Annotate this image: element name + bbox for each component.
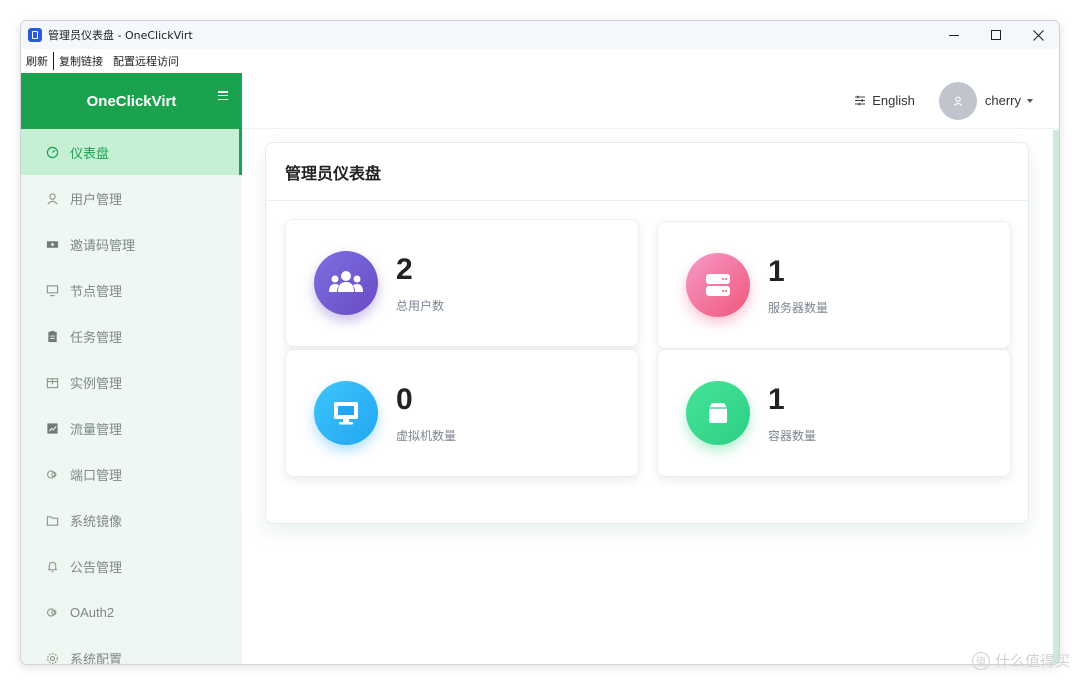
stat-card-containers: 1 容器数量 xyxy=(657,349,1011,477)
watermark-text: 什么值得买 xyxy=(994,652,1070,670)
main-content: 管理员仪表盘 2 总用户数 1 服务器数量 0 虚拟机数量 1 容器数量 xyxy=(242,130,1059,664)
chart-icon xyxy=(45,421,59,435)
sidebar-item-label: 公告管理 xyxy=(70,560,123,576)
container-icon xyxy=(686,381,750,445)
title-bar: 管理员仪表盘 - OneClickVirt xyxy=(21,21,1059,49)
close-button[interactable] xyxy=(1017,21,1059,49)
window-title: 管理员仪表盘 - OneClickVirt xyxy=(48,29,193,42)
sidebar-item-system-images[interactable]: 系统镜像 xyxy=(21,497,242,543)
stat-label: 服务器数量 xyxy=(768,300,829,315)
stat-label: 虚拟机数量 xyxy=(396,428,457,443)
watermark-logo-icon: 值 xyxy=(971,651,990,670)
gear-icon xyxy=(45,651,59,664)
menu-bar: 刷新 复制链接 配置远程访问 xyxy=(21,49,1059,73)
stat-value: 2 xyxy=(396,252,413,286)
language-label: English xyxy=(872,93,915,108)
sidebar-item-label: 用户管理 xyxy=(70,192,123,208)
monitor-icon xyxy=(314,381,378,445)
menu-copy-link[interactable]: 复制链接 xyxy=(54,49,108,73)
monitor-icon xyxy=(45,283,59,297)
stat-label: 总用户数 xyxy=(396,298,445,313)
user-icon xyxy=(45,191,59,205)
stat-card-users: 2 总用户数 xyxy=(285,219,639,347)
box-icon xyxy=(45,375,59,389)
site-watermark: 值 什么值得买 xyxy=(971,650,1070,671)
minimize-button[interactable] xyxy=(933,21,975,49)
app-window: 管理员仪表盘 - OneClickVirt 刷新 复制链接 配置远程访问 One… xyxy=(20,20,1060,665)
caret-down-icon[interactable] xyxy=(1027,98,1033,103)
sidebar-item-nodes[interactable]: 节点管理 xyxy=(21,267,242,313)
minimize-icon xyxy=(949,34,959,36)
stat-value: 1 xyxy=(768,382,785,416)
stat-card-servers: 1 服务器数量 xyxy=(657,221,1011,349)
sidebar-item-instances[interactable]: 实例管理 xyxy=(21,359,242,405)
sidebar-item-label: 节点管理 xyxy=(70,284,123,300)
stat-card-vms: 0 虚拟机数量 xyxy=(285,349,639,477)
sidebar-item-dashboard[interactable]: 仪表盘 xyxy=(21,129,242,175)
user-icon xyxy=(953,96,963,106)
sidebar-item-label: 端口管理 xyxy=(70,468,123,484)
folder-icon xyxy=(45,513,59,527)
dashboard-panel: 管理员仪表盘 2 总用户数 1 服务器数量 0 虚拟机数量 1 容器数量 xyxy=(265,142,1029,524)
maximize-icon xyxy=(991,30,1001,40)
page-title: 管理员仪表盘 xyxy=(266,143,1028,201)
scrollbar[interactable] xyxy=(1053,130,1059,664)
brand-name: OneClickVirt xyxy=(86,92,177,110)
menu-toggle-icon[interactable] xyxy=(218,91,228,100)
stat-value: 0 xyxy=(396,382,413,416)
clipboard-icon xyxy=(45,329,59,343)
ticket-icon xyxy=(45,237,59,251)
sidebar-item-invite-codes[interactable]: 邀请码管理 xyxy=(21,221,242,267)
stat-value: 1 xyxy=(768,254,785,288)
dashboard-icon xyxy=(45,145,59,159)
sidebar-item-label: 实例管理 xyxy=(70,376,123,392)
sidebar-brand: OneClickVirt xyxy=(21,73,242,129)
link-icon xyxy=(45,467,59,481)
sidebar-item-settings[interactable]: 系统配置 xyxy=(21,635,242,665)
link-icon xyxy=(45,605,59,619)
sliders-icon xyxy=(855,95,866,106)
stat-label: 容器数量 xyxy=(768,428,817,443)
sidebar-item-ports[interactable]: 端口管理 xyxy=(21,451,242,497)
sidebar-item-label: 流量管理 xyxy=(70,422,123,438)
sidebar-item-label: 系统配置 xyxy=(70,652,123,665)
server-icon xyxy=(686,253,750,317)
window-controls xyxy=(933,21,1059,49)
close-icon xyxy=(1032,29,1044,41)
sidebar-item-label: 仪表盘 xyxy=(70,146,110,162)
users-icon xyxy=(314,251,378,315)
app-logo-icon xyxy=(28,28,42,42)
sidebar-item-traffic[interactable]: 流量管理 xyxy=(21,405,242,451)
sidebar-item-label: 任务管理 xyxy=(70,330,123,346)
sidebar-item-tasks[interactable]: 任务管理 xyxy=(21,313,242,359)
bell-icon xyxy=(45,559,59,573)
sidebar-item-announcements[interactable]: 公告管理 xyxy=(21,543,242,589)
sidebar: OneClickVirt 仪表盘 用户管理 邀请码管理 节点管理 任务管理 实例… xyxy=(21,73,242,665)
menu-refresh[interactable]: 刷新 xyxy=(21,49,53,73)
menu-remote-access[interactable]: 配置远程访问 xyxy=(108,49,184,73)
sidebar-item-label: 系统镜像 xyxy=(70,514,123,530)
maximize-button[interactable] xyxy=(975,21,1017,49)
sidebar-item-oauth2[interactable]: OAuth2 xyxy=(21,589,242,635)
top-header: English cherry xyxy=(242,73,1059,129)
language-switcher[interactable]: English xyxy=(854,93,915,108)
username[interactable]: cherry xyxy=(985,93,1021,108)
sidebar-item-label: 邀请码管理 xyxy=(70,238,136,254)
sidebar-item-users[interactable]: 用户管理 xyxy=(21,175,242,221)
sidebar-item-label: OAuth2 xyxy=(70,604,115,620)
avatar[interactable] xyxy=(938,81,977,120)
